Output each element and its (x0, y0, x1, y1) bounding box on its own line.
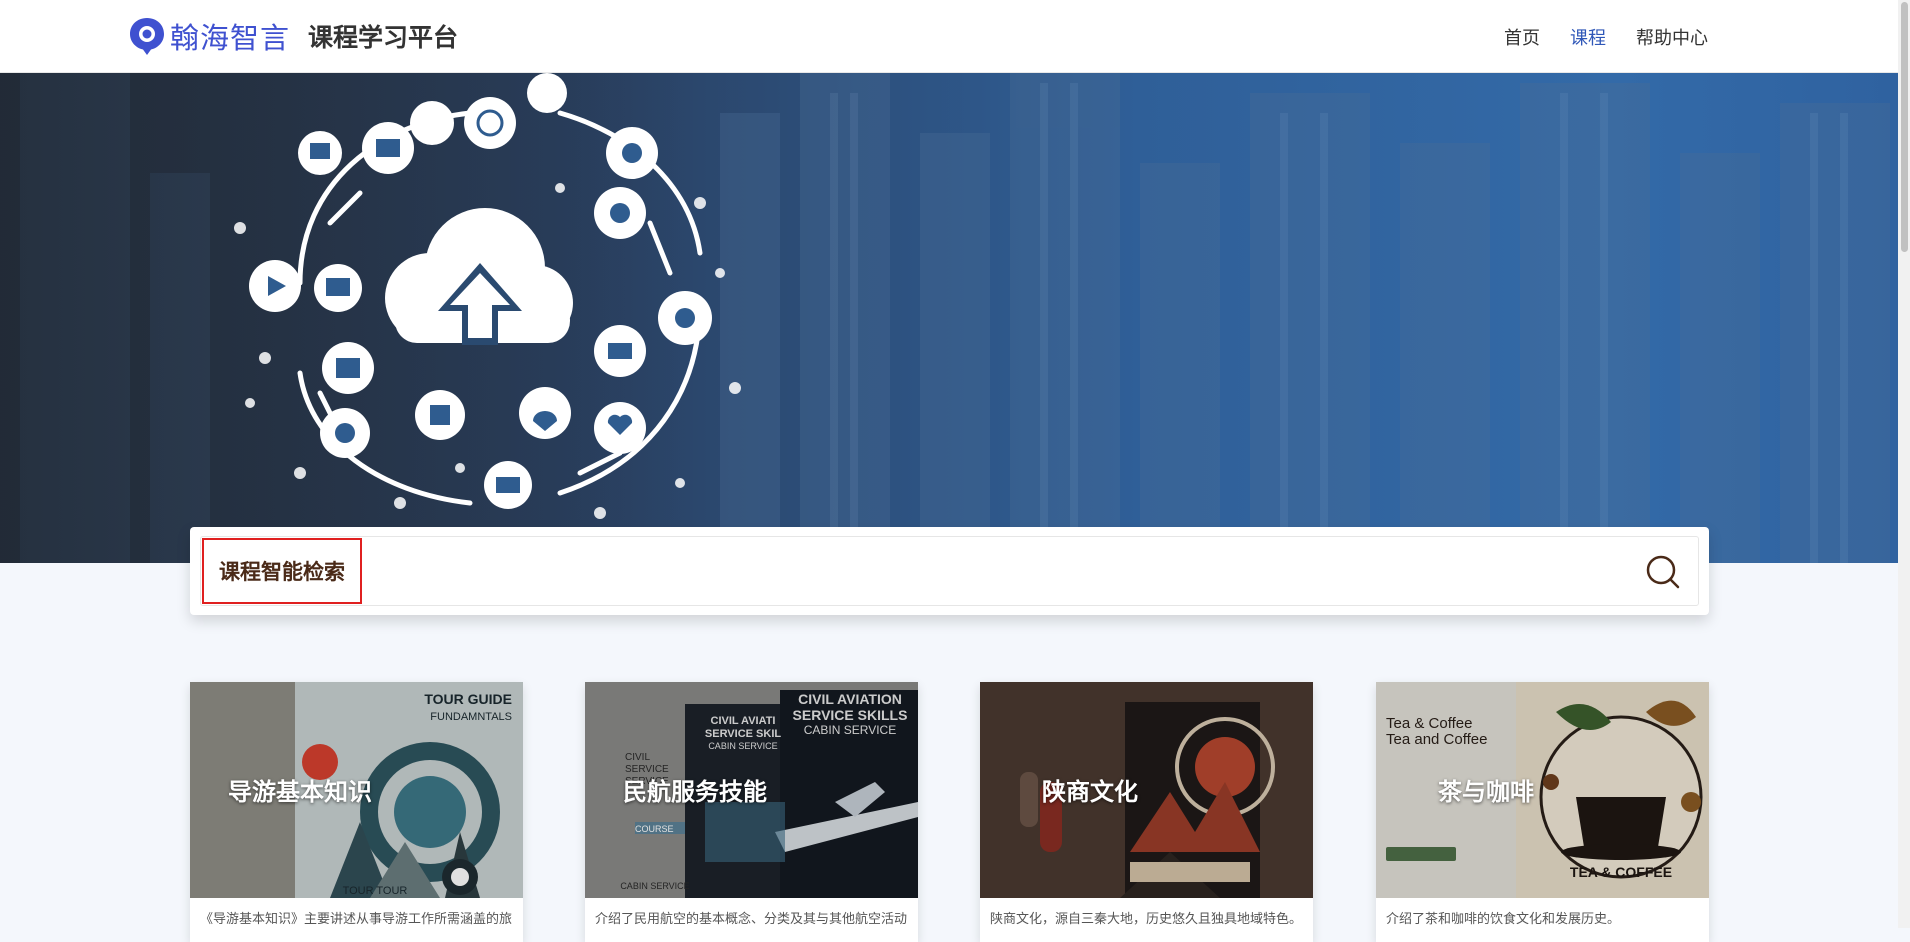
course-description: 介绍了民用航空的基本概念、分类及其与其他航空活动 (595, 911, 908, 926)
course-grid: TOUR GUIDE FUNDAMNTALS TOUR TOUR 导游基本知识 … (190, 682, 1709, 942)
nav-home[interactable]: 首页 (1504, 24, 1540, 50)
platform-title: 课程学习平台 (308, 24, 459, 52)
course-card[interactable]: CIVIL AVIATION SERVICE SKILLS CABIN SERV… (585, 682, 918, 942)
search-box: 课程智能检索 (200, 536, 1699, 606)
top-header: 翰海智言 课程学习平台 首页 课程 帮助中心 (0, 0, 1898, 73)
main-nav: 首页 课程 帮助中心 (1504, 24, 1708, 50)
course-title: 民航服务技能 (623, 779, 767, 806)
course-description: 陕商文化，源自三秦大地，历史悠久且独具地域特色。 (990, 911, 1303, 926)
brand-name: 翰海智言 (170, 23, 291, 55)
search-label: 课程智能检索 (202, 538, 362, 604)
logo[interactable]: 翰海智言 课程学习平台 (128, 14, 458, 58)
hero-banner (0, 73, 1898, 563)
search-input[interactable] (371, 547, 1611, 595)
course-cover: TOUR GUIDE FUNDAMNTALS TOUR TOUR 导游基本知识 (190, 682, 523, 898)
chat-bubble-logo-icon (130, 18, 164, 55)
course-card[interactable]: 陕商文化 陕商文化，源自三秦大地，历史悠久且独具地域特色。 (980, 682, 1313, 942)
course-cover: Tea & Coffee Tea and Coffee TEA & COFFEE… (1376, 682, 1709, 898)
scrollbar-thumb[interactable] (1901, 2, 1908, 252)
search-icon[interactable] (1646, 555, 1680, 589)
course-card[interactable]: Tea & Coffee Tea and Coffee TEA & COFFEE… (1376, 682, 1709, 942)
course-cover: CIVIL AVIATION SERVICE SKILLS CABIN SERV… (585, 682, 918, 898)
course-search-panel: 课程智能检索 (190, 527, 1709, 615)
course-description: 《导游基本知识》主要讲述从事导游工作所需涵盖的旅 (200, 911, 513, 926)
nav-help-center[interactable]: 帮助中心 (1636, 24, 1708, 50)
course-card[interactable]: TOUR GUIDE FUNDAMNTALS TOUR TOUR 导游基本知识 … (190, 682, 523, 942)
city-network-illustration (0, 73, 1890, 563)
course-cover: 陕商文化 (980, 682, 1313, 898)
course-title: 陕商文化 (1042, 779, 1138, 806)
vertical-scrollbar[interactable] (1898, 0, 1910, 928)
course-title: 茶与咖啡 (1438, 779, 1534, 806)
course-description: 介绍了茶和咖啡的饮食文化和发展历史。 (1386, 911, 1621, 926)
nav-courses[interactable]: 课程 (1570, 24, 1606, 50)
course-title: 导游基本知识 (228, 779, 372, 806)
